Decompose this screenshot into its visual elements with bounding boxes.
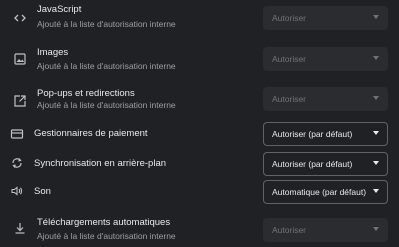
setting-subtitle: Ajouté à la liste d'autorisation interne (37, 231, 176, 241)
setting-subtitle: Ajouté à la liste d'autorisation interne (37, 100, 176, 110)
sync-icon (10, 156, 24, 170)
chevron-down-icon (373, 131, 379, 135)
setting-subtitle: Ajouté à la liste d'autorisation interne (37, 61, 176, 71)
setting-row-images: Images Ajouté à la liste d'autorisation … (0, 42, 399, 80)
select-value: Autoriser (272, 13, 307, 23)
select-value: Autoriser (272, 94, 307, 104)
payment-handlers-permission-select[interactable]: Autoriser (par défaut) (263, 122, 388, 146)
credit-card-icon (10, 127, 24, 141)
download-icon (13, 221, 27, 235)
setting-title: JavaScript (37, 4, 82, 15)
select-value: Autoriser (272, 54, 307, 64)
chevron-down-icon (373, 96, 379, 100)
setting-title: Gestionnaires de paiement (34, 128, 148, 139)
open-in-new-icon (13, 94, 27, 108)
automatic-downloads-permission-select: Autoriser (263, 218, 388, 242)
setting-row-sound: Son Automatique (par défaut) (0, 179, 399, 205)
sound-permission-select[interactable]: Automatique (par défaut) (263, 180, 388, 204)
images-permission-select: Autoriser (263, 47, 388, 71)
select-value: Autoriser (272, 225, 307, 235)
setting-title: Synchronisation en arrière-plan (34, 158, 167, 169)
javascript-permission-select: Autoriser (263, 6, 388, 30)
popups-permission-select: Autoriser (263, 87, 388, 111)
setting-title: Son (34, 186, 51, 197)
setting-title: Téléchargements automatiques (37, 217, 171, 228)
setting-subtitle: Ajouté à la liste d'autorisation interne (37, 19, 176, 29)
select-value: Autoriser (par défaut) (272, 129, 353, 139)
code-icon (13, 11, 27, 25)
volume-icon (10, 184, 24, 198)
chevron-down-icon (373, 189, 379, 193)
setting-row-popups: Pop-ups et redirections Ajouté à la list… (0, 84, 399, 122)
setting-title: Images (37, 47, 69, 58)
chevron-down-icon (373, 161, 379, 165)
setting-row-payment-handlers: Gestionnaires de paiement Autoriser (par… (0, 122, 399, 148)
chevron-down-icon (373, 56, 379, 60)
background-sync-permission-select[interactable]: Autoriser (par défaut) (263, 152, 388, 176)
select-value: Automatique (par défaut) (272, 187, 367, 197)
chevron-down-icon (373, 227, 379, 231)
select-value: Autoriser (par défaut) (272, 159, 353, 169)
setting-title: Pop-ups et redirections (37, 88, 135, 99)
image-icon (13, 52, 27, 66)
setting-row-automatic-downloads: Téléchargements automatiques Ajouté à la… (0, 212, 399, 247)
chevron-down-icon (373, 15, 379, 19)
setting-row-background-sync: Synchronisation en arrière-plan Autorise… (0, 151, 399, 177)
setting-row-javascript: JavaScript Ajouté à la liste d'autorisat… (0, 0, 399, 38)
